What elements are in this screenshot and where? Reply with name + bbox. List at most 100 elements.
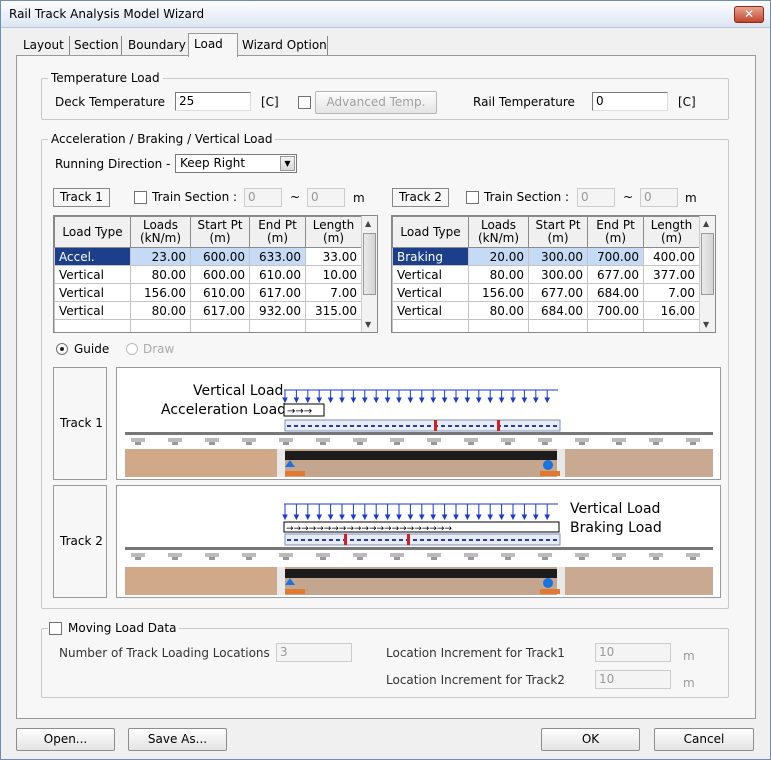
table-cell[interactable]: 677.00: [587, 265, 644, 284]
table-cell[interactable]: 10.00: [305, 265, 362, 284]
scroll-thumb[interactable]: [363, 233, 376, 295]
guide-radio[interactable]: [56, 343, 68, 355]
running-direction-select[interactable]: Keep Right ▼: [175, 154, 297, 173]
table-row[interactable]: Vertical 80.00 617.00 932.00 315.00: [54, 301, 362, 320]
advanced-temp-checkbox[interactable]: [298, 96, 311, 109]
track2-diagram-drawing: →→→→→→→→→→→→→→→→→→→→→→: [125, 503, 713, 595]
table-row[interactable]: Vertical 80.00 684.00 700.00 16.00: [392, 301, 700, 320]
column-header[interactable]: Loads (kN/m): [468, 216, 529, 248]
track1-load-table[interactable]: Load Type Loads (kN/m) Start Pt (m) End Pt (m)…: [53, 215, 378, 333]
draw-radio[interactable]: [126, 343, 138, 355]
table-row-empty[interactable]: [54, 319, 362, 332]
tab-section[interactable]: Section: [74, 36, 122, 56]
table-cell[interactable]: 300.00: [528, 265, 588, 284]
table-cell[interactable]: 23.00: [130, 247, 191, 266]
track2-section-to[interactable]: 0: [640, 188, 678, 207]
column-header[interactable]: Loads (kN/m): [130, 216, 191, 248]
table-cell[interactable]: Accel.: [54, 247, 131, 266]
tab-boundary[interactable]: Boundary: [128, 36, 190, 56]
table-cell[interactable]: Vertical: [392, 301, 469, 320]
save-as-button[interactable]: Save As...: [128, 728, 227, 751]
table-cell[interactable]: 80.00: [468, 265, 529, 284]
table-cell[interactable]: 610.00: [190, 283, 250, 302]
inc1-input[interactable]: 10: [595, 643, 671, 662]
table-row-empty[interactable]: [392, 319, 700, 332]
track1-section-to[interactable]: 0: [307, 188, 345, 207]
moving-load-checkbox[interactable]: [49, 622, 62, 635]
column-header[interactable]: End Pt (m): [587, 216, 644, 248]
scroll-up-icon[interactable]: ▲: [365, 219, 371, 228]
track2-load-table[interactable]: Load Type Loads (kN/m) Start Pt (m) End Pt (m)…: [391, 215, 716, 333]
track2-section-from[interactable]: 0: [577, 188, 615, 207]
table-cell[interactable]: 300.00: [528, 247, 588, 266]
deck-temp-input[interactable]: 25: [175, 92, 251, 111]
table-row[interactable]: Braking 20.00 300.00 700.00 400.00: [392, 247, 700, 266]
scroll-down-icon[interactable]: ▼: [703, 320, 709, 329]
table-cell[interactable]: 33.00: [305, 247, 362, 266]
table-cell[interactable]: 600.00: [190, 247, 250, 266]
table-cell[interactable]: 16.00: [643, 301, 700, 320]
table-cell[interactable]: 400.00: [643, 247, 700, 266]
table-cell[interactable]: 7.00: [305, 283, 362, 302]
table-cell[interactable]: Vertical: [54, 283, 131, 302]
inc2-input[interactable]: 10: [595, 670, 671, 689]
table-row[interactable]: Vertical 80.00 600.00 610.00 10.00: [54, 265, 362, 284]
table-cell[interactable]: 633.00: [249, 247, 306, 266]
title-bar[interactable]: Rail Track Analysis Model Wizard ✕: [1, 1, 770, 28]
table-cell[interactable]: Vertical: [54, 301, 131, 320]
track1-section-from[interactable]: 0: [244, 188, 282, 207]
table-row[interactable]: Vertical 156.00 610.00 617.00 7.00: [54, 283, 362, 302]
track1-scrollbar[interactable]: ▲ ▼: [361, 216, 377, 332]
table-cell[interactable]: 684.00: [587, 283, 644, 302]
table-cell[interactable]: 617.00: [249, 283, 306, 302]
table-cell[interactable]: Vertical: [392, 265, 469, 284]
table-row[interactable]: Vertical 80.00 300.00 677.00 377.00: [392, 265, 700, 284]
rail-temp-input[interactable]: 0: [592, 92, 668, 111]
column-header[interactable]: Start Pt (m): [528, 216, 588, 248]
table-cell[interactable]: 7.00: [643, 283, 700, 302]
table-cell[interactable]: 610.00: [249, 265, 306, 284]
table-cell[interactable]: Vertical: [392, 283, 469, 302]
table-cell[interactable]: 700.00: [587, 247, 644, 266]
tab-wizard-option[interactable]: Wizard Option: [242, 36, 328, 56]
table-cell[interactable]: 315.00: [305, 301, 362, 320]
scroll-down-icon[interactable]: ▼: [365, 320, 371, 329]
advanced-temp-button[interactable]: Advanced Temp.: [315, 91, 437, 114]
tab-layout[interactable]: Layout: [23, 36, 70, 56]
tab-load[interactable]: Load: [188, 33, 238, 57]
track1-train-section-checkbox[interactable]: [134, 191, 147, 204]
track2-train-section-checkbox[interactable]: [466, 191, 479, 204]
table-cell[interactable]: 156.00: [130, 283, 191, 302]
table-cell[interactable]: 617.00: [190, 301, 250, 320]
column-header[interactable]: Length (m): [305, 216, 362, 248]
table-cell[interactable]: 932.00: [249, 301, 306, 320]
scroll-up-icon[interactable]: ▲: [703, 219, 709, 228]
cancel-button[interactable]: Cancel: [654, 728, 754, 751]
scroll-thumb[interactable]: [701, 233, 714, 295]
column-header[interactable]: End Pt (m): [249, 216, 306, 248]
table-cell[interactable]: 80.00: [130, 265, 191, 284]
ok-button[interactable]: OK: [541, 728, 640, 751]
close-icon[interactable]: ✕: [734, 6, 764, 23]
column-header[interactable]: Load Type: [392, 216, 469, 248]
track2-scrollbar[interactable]: ▲ ▼: [699, 216, 715, 332]
open-button[interactable]: Open...: [16, 728, 115, 751]
table-cell[interactable]: Braking: [392, 247, 469, 266]
table-cell[interactable]: 684.00: [528, 301, 588, 320]
table-cell[interactable]: Vertical: [54, 265, 131, 284]
table-cell[interactable]: 80.00: [130, 301, 191, 320]
column-header[interactable]: Load Type: [54, 216, 131, 248]
table-cell[interactable]: 156.00: [468, 283, 529, 302]
table-cell[interactable]: 677.00: [528, 283, 588, 302]
table-cell[interactable]: 20.00: [468, 247, 529, 266]
num-locations-input[interactable]: 3: [276, 643, 352, 662]
column-header[interactable]: Length (m): [643, 216, 700, 248]
chevron-down-icon[interactable]: ▼: [280, 156, 295, 171]
table-row[interactable]: Accel. 23.00 600.00 633.00 33.00: [54, 247, 362, 266]
table-cell[interactable]: 80.00: [468, 301, 529, 320]
table-cell[interactable]: 700.00: [587, 301, 644, 320]
column-header[interactable]: Start Pt (m): [190, 216, 250, 248]
table-row[interactable]: Vertical 156.00 677.00 684.00 7.00: [392, 283, 700, 302]
table-cell[interactable]: 600.00: [190, 265, 250, 284]
table-cell[interactable]: 377.00: [643, 265, 700, 284]
